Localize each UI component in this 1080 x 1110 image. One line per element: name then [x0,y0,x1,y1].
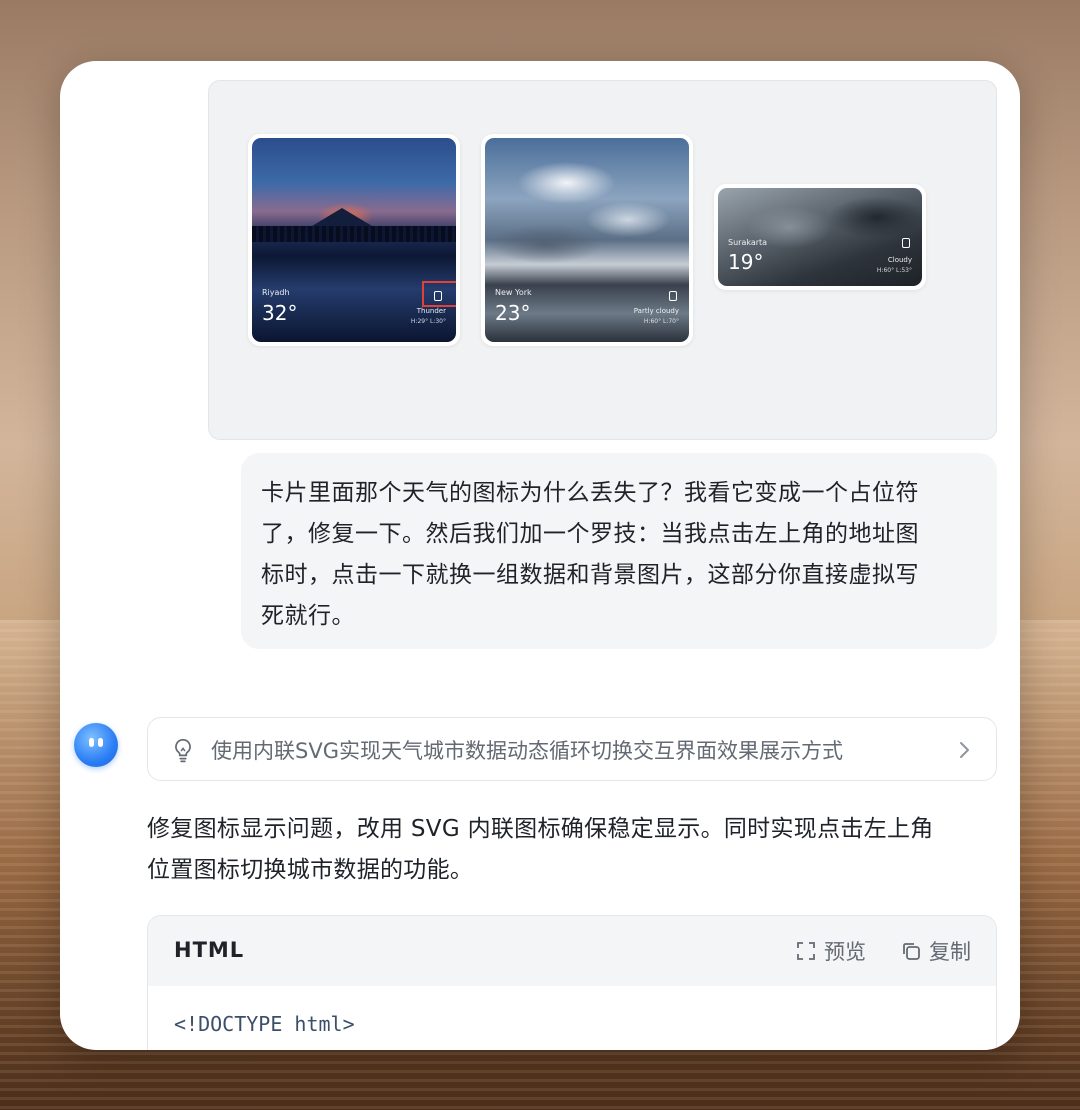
user-message-bubble: 卡片里面那个天气的图标为什么丢失了？我看它变成一个占位符 了，修复一下。然后我们… [241,453,997,649]
avatar-eye [98,738,103,747]
code-content: <!DOCTYPE html> [174,1012,355,1036]
attached-image[interactable]: Riyadh 32° Thunder H:29° L:30° New York … [208,80,997,440]
code-block-header: HTML 预览 复制 [148,916,996,986]
thinking-summary-toggle[interactable]: 使用内联SVG实现天气城市数据动态循环切换交互界面效果展示方式 [147,717,997,781]
card-city: Riyadh [262,288,290,297]
avatar-eye [89,738,94,747]
card-city: Surakarta [728,238,768,247]
card-hilo: H:60° L:53° [876,267,912,274]
user-message-line: 标时，点击一下就换一组数据和背景图片，这部分你直接虚拟写 [261,562,919,588]
preview-label: 预览 [824,940,866,964]
card-hilo: H:60° L:70° [643,318,679,325]
highlight-box [422,281,456,307]
user-message-line: 卡片里面那个天气的图标为什么丢失了？我看它变成一个占位符 [261,480,919,506]
expand-icon [797,942,815,960]
copy-icon [903,943,920,960]
card-condition: Cloudy [887,256,912,264]
card-condition: Partly cloudy [633,307,679,315]
card-temp: 19° [728,250,764,274]
chevron-right-icon [960,742,969,758]
card-city: New York [495,288,532,297]
copy-label: 复制 [929,940,971,964]
code-language-label: HTML [174,938,245,962]
card-condition: Thunder [416,307,446,315]
copy-button[interactable]: 复制 [901,936,971,966]
weather-card-riyadh: Riyadh 32° Thunder H:29° L:30° [248,134,460,346]
placeholder-icon [669,291,677,301]
weather-card-surakarta: Surakarta 19° Cloudy H:60° L:53° [714,184,926,290]
placeholder-icon [902,238,910,248]
assistant-answer: 修复图标显示问题，改用 SVG 内联图标确保稳定显示。同时实现点击左上角 位置图… [147,809,1007,891]
preview-button[interactable]: 预览 [796,936,866,966]
answer-line: 修复图标显示问题，改用 SVG 内联图标确保稳定显示。同时实现点击左上角 [147,816,934,842]
chat-window: Riyadh 32° Thunder H:29° L:30° New York … [60,61,1020,1050]
code-block: HTML 预览 复制 <!DOCTYPE html> [147,915,997,1050]
card-temp: 23° [495,301,531,325]
card-temp: 32° [262,301,298,325]
user-message-line: 了，修复一下。然后我们加一个罗技：当我点击左上角的地址图 [261,521,919,547]
assistant-avatar [74,723,118,767]
card-hilo: H:29° L:30° [410,318,446,325]
treeline-shape [252,226,456,242]
answer-line: 位置图标切换城市数据的功能。 [147,857,474,883]
lightbulb-icon [175,738,191,763]
user-message-line: 死就行。 [261,603,355,629]
thinking-summary-text: 使用内联SVG实现天气城市数据动态循环切换交互界面效果展示方式 [211,739,843,763]
weather-card-newyork: New York 23° Partly cloudy H:60° L:70° [481,134,693,346]
